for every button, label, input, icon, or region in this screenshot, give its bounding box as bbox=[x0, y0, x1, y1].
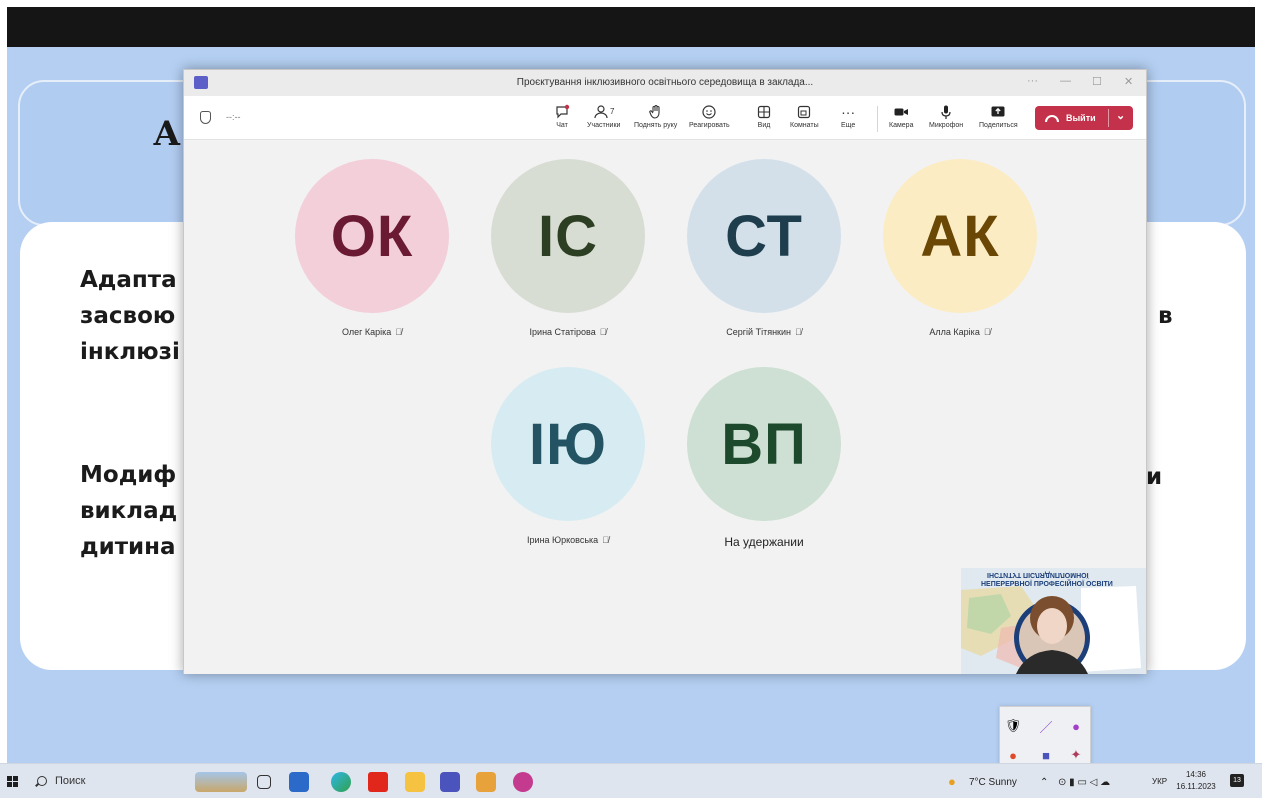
muted-mic-icon: 🎙̸ bbox=[599, 327, 607, 337]
mail-icon[interactable] bbox=[289, 772, 309, 792]
participants-count: 7 bbox=[610, 107, 615, 116]
window-titlebar[interactable]: Проєктування інклюзивного освітнього сер… bbox=[184, 70, 1146, 96]
pen-tray-icon[interactable]: ／ bbox=[1038, 718, 1054, 735]
rooms-button[interactable]: Комнаты bbox=[790, 103, 819, 129]
camera-icon bbox=[893, 103, 909, 120]
more-options-icon[interactable]: ··· bbox=[1027, 75, 1038, 87]
avatar: АК bbox=[883, 159, 1037, 313]
presentation-top-bar bbox=[7, 7, 1255, 47]
grid-view-icon bbox=[756, 103, 772, 120]
meeting-timer: --:-- bbox=[226, 112, 241, 122]
app-icon[interactable] bbox=[476, 772, 496, 792]
hang-up-icon bbox=[1045, 114, 1059, 122]
participants-button[interactable]: 7 Участники bbox=[587, 103, 620, 129]
selfview-mirrored-header: ІНСТИТУТ ПІСЛЯДИПЛОМНОЇ bbox=[987, 571, 1089, 578]
slide-text-line: виклад bbox=[80, 498, 178, 524]
edge-icon[interactable] bbox=[331, 772, 351, 792]
muted-mic-icon: 🎙̸ bbox=[794, 327, 802, 337]
palette-tray-icon[interactable]: ● bbox=[1068, 718, 1084, 734]
share-button[interactable]: Поделиться bbox=[979, 103, 1018, 129]
teams-tray-icon[interactable]: ■ bbox=[1038, 747, 1054, 763]
participant-tile[interactable]: ІС Ірина Статірова 🎙̸ bbox=[491, 159, 645, 337]
meeting-toolbar: --:-- Чат 7 Участники Поднять руку Реаги bbox=[184, 96, 1146, 140]
app-icon-2[interactable] bbox=[513, 772, 533, 792]
slide-text-line: засвою bbox=[80, 303, 176, 329]
avatar: ІС bbox=[491, 159, 645, 313]
muted-mic-icon: 🎙̸ bbox=[395, 327, 403, 337]
react-button[interactable]: Реагировать bbox=[689, 103, 730, 129]
clock[interactable]: 14:36 16.11.2023 bbox=[1174, 769, 1218, 793]
slide-text-line: Адапта bbox=[80, 267, 177, 293]
microphone-icon bbox=[938, 103, 954, 120]
windows-start-icon[interactable] bbox=[7, 776, 18, 787]
slide-text-line: и bbox=[1146, 464, 1163, 490]
muted-mic-icon: 🎙̸ bbox=[602, 535, 609, 545]
share-screen-icon bbox=[990, 103, 1006, 120]
minimize-icon[interactable]: — bbox=[1060, 75, 1071, 87]
slide-text-line: в bbox=[1158, 303, 1173, 329]
shield-tray-icon[interactable]: 🛡 bbox=[1005, 718, 1022, 734]
weather-text[interactable]: 7°C Sunny bbox=[969, 777, 1017, 788]
self-video-preview[interactable]: ІНСТИТУТ ПІСЛЯДИПЛОМНОЇ НЕПЕРЕРВНОЇ ПРОФ… bbox=[961, 568, 1146, 674]
participant-name: Ірина Статірова 🎙̸ bbox=[529, 327, 607, 337]
hand-icon bbox=[648, 103, 664, 120]
weather-icon[interactable]: ● bbox=[948, 774, 956, 789]
participant-tile[interactable]: АК Алла Каріка 🎙̸ bbox=[883, 159, 1037, 337]
toolbar-divider bbox=[877, 106, 878, 132]
breakout-rooms-icon bbox=[796, 103, 812, 120]
tray-overflow-popup: 🛡 ／ ● ● ■ ✦ bbox=[999, 706, 1091, 770]
avatar: ІЮ bbox=[491, 367, 645, 521]
participant-name: Сергій Тітянкин 🎙̸ bbox=[726, 327, 802, 337]
people-icon: 7 bbox=[593, 103, 614, 120]
browser-tray-icon[interactable]: ● bbox=[1005, 747, 1021, 763]
chevron-down-icon[interactable]: ⌄ bbox=[1116, 109, 1125, 122]
microphone-button[interactable]: Микрофон bbox=[929, 103, 963, 129]
language-indicator[interactable]: УКР bbox=[1152, 777, 1167, 786]
camera-button[interactable]: Камера bbox=[889, 103, 913, 129]
notifications-icon[interactable]: 13 bbox=[1230, 774, 1244, 787]
participant-tile[interactable]: ОК Олег Каріка 🎙̸ bbox=[295, 159, 449, 337]
participant-name: Олег Каріка 🎙̸ bbox=[341, 327, 403, 337]
slide-text-line: інклюзі bbox=[80, 339, 180, 365]
ellipsis-icon: ··· bbox=[841, 103, 856, 120]
leave-button[interactable]: Выйти ⌄ bbox=[1035, 106, 1133, 130]
more-button[interactable]: ··· Еще bbox=[841, 103, 856, 130]
system-tray-icons[interactable]: ⊙ ▮ ▭ ◁ ☁ bbox=[1058, 777, 1110, 788]
on-hold-label: На удержании bbox=[724, 535, 804, 549]
participant-name: Ірина Юрковська 🎙̸ bbox=[527, 535, 609, 545]
chat-button[interactable]: Чат bbox=[554, 103, 570, 129]
opera-icon[interactable] bbox=[368, 772, 388, 792]
view-button[interactable]: Вид bbox=[756, 103, 772, 129]
smiley-icon bbox=[701, 103, 717, 120]
search-highlight-image[interactable] bbox=[195, 772, 247, 792]
chat-icon bbox=[554, 103, 570, 120]
window-title: Проєктування інклюзивного освітнього сер… bbox=[516, 77, 814, 88]
raise-hand-button[interactable]: Поднять руку bbox=[634, 103, 677, 129]
taskbar: Поиск ● 7°C Sunny ⌃ ⊙ ▮ ▭ ◁ ☁ УКР 14:36 … bbox=[0, 763, 1262, 798]
slide-text-line: Модиф bbox=[80, 462, 177, 488]
avatar: ВП bbox=[687, 367, 841, 521]
slide-text-line: дитина bbox=[80, 534, 176, 560]
search-icon bbox=[37, 776, 47, 786]
selfview-header: НЕПЕРЕРВНОЇ ПРОФЕСІЙНОЇ ОСВІТИ bbox=[981, 581, 1113, 588]
participant-tile[interactable]: СТ Сергій Тітянкин 🎙̸ bbox=[687, 159, 841, 337]
teams-icon[interactable] bbox=[440, 772, 460, 792]
show-hidden-icons-chevron[interactable]: ⌃ bbox=[1040, 777, 1048, 788]
shield-icon bbox=[200, 111, 211, 124]
participant-tile[interactable]: ВП На удержании bbox=[687, 367, 841, 549]
avatar: СТ bbox=[687, 159, 841, 313]
avatar: ОК bbox=[295, 159, 449, 313]
slide-title: А bbox=[153, 114, 181, 154]
task-view-icon[interactable] bbox=[257, 775, 271, 789]
maximize-icon[interactable]: ☐ bbox=[1092, 75, 1102, 88]
app-tray-icon[interactable]: ✦ bbox=[1068, 747, 1084, 763]
taskbar-search[interactable]: Поиск bbox=[37, 775, 85, 787]
participant-name: Алла Каріка 🎙̸ bbox=[929, 327, 991, 337]
teams-meeting-window: Проєктування інклюзивного освітнього сер… bbox=[183, 69, 1147, 674]
file-explorer-icon[interactable] bbox=[405, 772, 425, 792]
participant-tile[interactable]: ІЮ Ірина Юрковська 🎙̸ bbox=[491, 367, 645, 545]
muted-mic-icon: 🎙̸ bbox=[983, 327, 991, 337]
close-icon[interactable]: ✕ bbox=[1124, 75, 1133, 88]
